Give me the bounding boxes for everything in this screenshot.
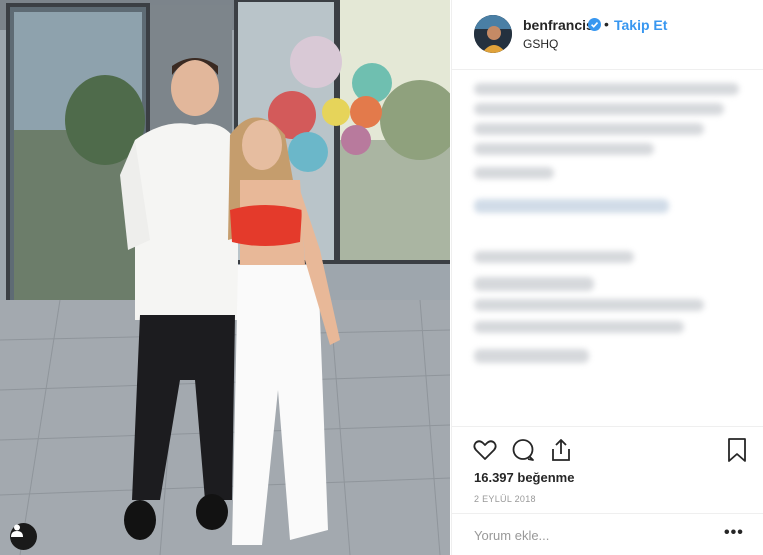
- blurred-comment-line: [474, 199, 669, 213]
- blurred-caption-line: [474, 167, 554, 179]
- comment-input[interactable]: [474, 524, 714, 546]
- post-side-panel: benfrancis • Takip Et GSHQ 16.397 beğenm…: [451, 0, 763, 555]
- photo-illustration: [0, 0, 450, 555]
- post-header: benfrancis • Takip Et GSHQ: [452, 0, 763, 70]
- blurred-comment-line: [474, 321, 684, 333]
- verified-badge-icon: [588, 18, 601, 31]
- blurred-caption-line: [474, 123, 704, 135]
- user-tag-button[interactable]: [10, 523, 37, 550]
- blurred-comment-line: [474, 277, 594, 291]
- blurred-caption-line: [474, 83, 739, 95]
- username-link[interactable]: benfrancis: [523, 17, 594, 33]
- avatar[interactable]: [474, 15, 512, 53]
- blurred-comment-line: [474, 299, 704, 311]
- add-comment-bar: •••: [452, 513, 763, 555]
- blurred-caption-line: [474, 103, 724, 115]
- blurred-caption-line: [474, 143, 654, 155]
- share-icon[interactable]: [548, 437, 574, 463]
- location-link[interactable]: GSHQ: [523, 37, 558, 51]
- post-date: 2 EYLÜL 2018: [474, 494, 536, 504]
- follow-button[interactable]: Takip Et: [614, 17, 667, 33]
- user-tag-icon: [11, 524, 23, 537]
- separator-dot: •: [604, 16, 609, 32]
- more-options-button[interactable]: •••: [724, 525, 744, 541]
- blurred-comment-line: [474, 349, 589, 363]
- post-photo[interactable]: [0, 0, 450, 555]
- blurred-comment-line: [474, 251, 634, 263]
- likes-count[interactable]: 16.397 beğenme: [474, 470, 574, 485]
- comments-area: [452, 71, 763, 426]
- heart-icon[interactable]: [472, 437, 498, 463]
- avatar-image: [474, 15, 512, 53]
- bookmark-icon[interactable]: [724, 437, 750, 463]
- comment-icon[interactable]: [510, 437, 536, 463]
- post-actions: 16.397 beğenme 2 EYLÜL 2018 •••: [452, 426, 763, 555]
